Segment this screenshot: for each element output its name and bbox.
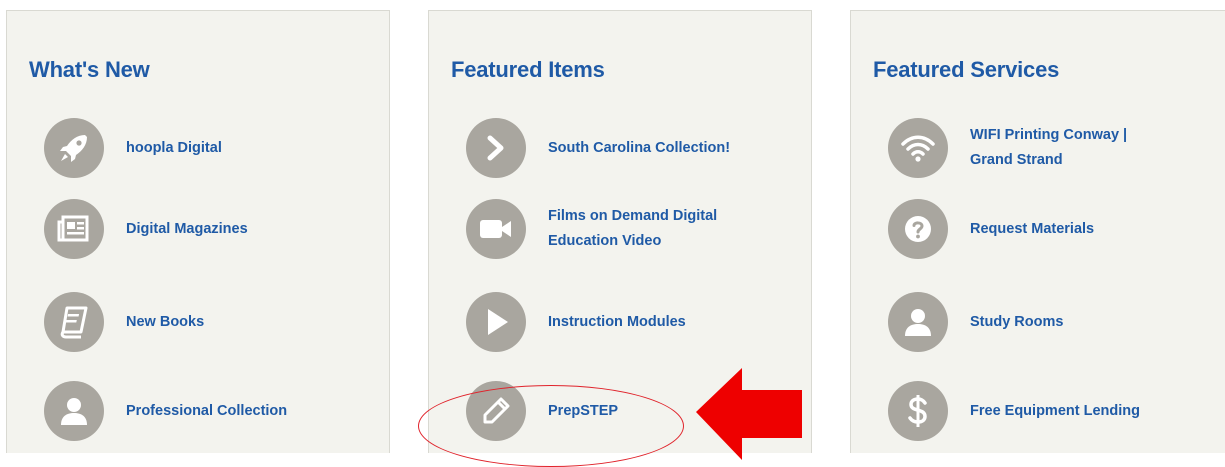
- item-films-on-demand[interactable]: Films on Demand Digital Education Video: [466, 199, 738, 259]
- item-wifi-printing[interactable]: WIFI Printing Conway | Grand Strand: [888, 118, 1160, 178]
- item-hoopla-digital[interactable]: hoopla Digital: [44, 118, 316, 178]
- item-label: Free Equipment Lending: [970, 402, 1140, 419]
- book-icon: [44, 292, 104, 352]
- item-label: Study Rooms: [970, 313, 1064, 330]
- item-label: Films on Demand Digital Education Video: [548, 208, 718, 249]
- featured-services-panel: Featured Services WIFI Printing Conway |…: [850, 10, 1225, 453]
- dollar-icon: [888, 381, 948, 441]
- item-label: Digital Magazines: [126, 220, 248, 237]
- item-label: Professional Collection: [126, 402, 288, 419]
- item-label: WIFI Printing Conway | Grand Strand: [970, 127, 1128, 168]
- item-instruction-modules[interactable]: Instruction Modules: [466, 292, 738, 352]
- whats-new-panel: What's New hoopla Digital Digital Magazi…: [6, 10, 390, 453]
- highlight-ellipse: [418, 385, 684, 467]
- panel-title: Featured Items: [451, 57, 605, 82]
- item-label: Instruction Modules: [548, 313, 686, 330]
- user-icon: [44, 381, 104, 441]
- item-new-books[interactable]: New Books: [44, 292, 316, 352]
- item-free-equipment-lending[interactable]: Free Equipment Lending: [888, 381, 1160, 441]
- item-request-materials[interactable]: Request Materials: [888, 199, 1160, 259]
- item-digital-magazines[interactable]: Digital Magazines: [44, 199, 316, 259]
- newspaper-icon: [44, 199, 104, 259]
- user-icon: [888, 292, 948, 352]
- panel-title: Featured Services: [873, 57, 1060, 82]
- item-label: hoopla Digital: [126, 139, 222, 156]
- item-south-carolina-collection[interactable]: South Carolina Collection!: [466, 118, 738, 178]
- item-label: South Carolina Collection!: [548, 139, 731, 156]
- red-arrow-annotation: [696, 368, 802, 460]
- video-camera-icon: [466, 199, 526, 259]
- item-professional-collection[interactable]: Professional Collection: [44, 381, 316, 441]
- item-label: Request Materials: [970, 220, 1095, 237]
- item-label: New Books: [126, 313, 205, 330]
- wifi-icon: [888, 118, 948, 178]
- question-circle-icon: [888, 199, 948, 259]
- item-study-rooms[interactable]: Study Rooms: [888, 292, 1160, 352]
- chevron-right-icon: [466, 118, 526, 178]
- rocket-icon: [44, 118, 104, 178]
- panel-title: What's New: [29, 57, 150, 82]
- play-icon: [466, 292, 526, 352]
